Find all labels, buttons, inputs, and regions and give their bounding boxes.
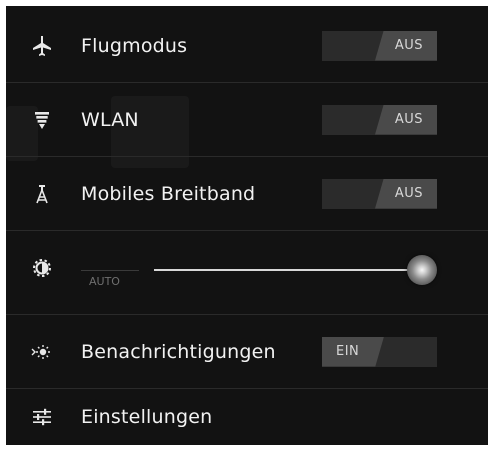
notifications-row[interactable]: Benachrichtigungen EIN: [6, 315, 488, 389]
settings-label: Einstellungen: [81, 406, 213, 428]
airplane-icon: [30, 34, 54, 58]
airplane-mode-row[interactable]: Flugmodus AUS: [6, 9, 488, 83]
toggle-state-text: EIN: [336, 343, 360, 359]
brightness-slider-knob[interactable]: [407, 255, 437, 285]
settings-row[interactable]: Einstellungen: [6, 389, 488, 445]
toggle-state-text: AUS: [394, 37, 423, 53]
mobile-data-toggle[interactable]: AUS: [322, 178, 437, 209]
settings-sliders-icon: [30, 405, 54, 429]
brightness-slider-track[interactable]: [154, 269, 422, 271]
auto-brightness-label: AUTO: [89, 275, 120, 288]
quick-settings-panel: Flugmodus AUS WLAN AUS Mobiles Breitband…: [6, 6, 488, 445]
auto-brightness-checkbox[interactable]: AUTO: [81, 270, 139, 292]
wifi-row[interactable]: WLAN AUS: [6, 83, 488, 157]
airplane-mode-toggle[interactable]: AUS: [322, 30, 437, 61]
notifications-toggle[interactable]: EIN: [322, 336, 437, 367]
antenna-icon: [30, 182, 54, 206]
airplane-mode-label: Flugmodus: [81, 34, 188, 57]
toggle-state-text: AUS: [394, 185, 423, 201]
mobile-data-row[interactable]: Mobiles Breitband AUS: [6, 157, 488, 231]
brightness-icon: [30, 256, 54, 280]
brightness-row: AUTO: [6, 228, 488, 315]
wifi-icon: [30, 108, 54, 132]
notification-icon: [30, 340, 54, 364]
toggle-state-text: AUS: [394, 111, 423, 127]
wifi-toggle[interactable]: AUS: [322, 104, 437, 135]
mobile-data-label: Mobiles Breitband: [81, 182, 256, 205]
notifications-label: Benachrichtigungen: [81, 340, 276, 363]
wifi-label: WLAN: [81, 108, 139, 131]
